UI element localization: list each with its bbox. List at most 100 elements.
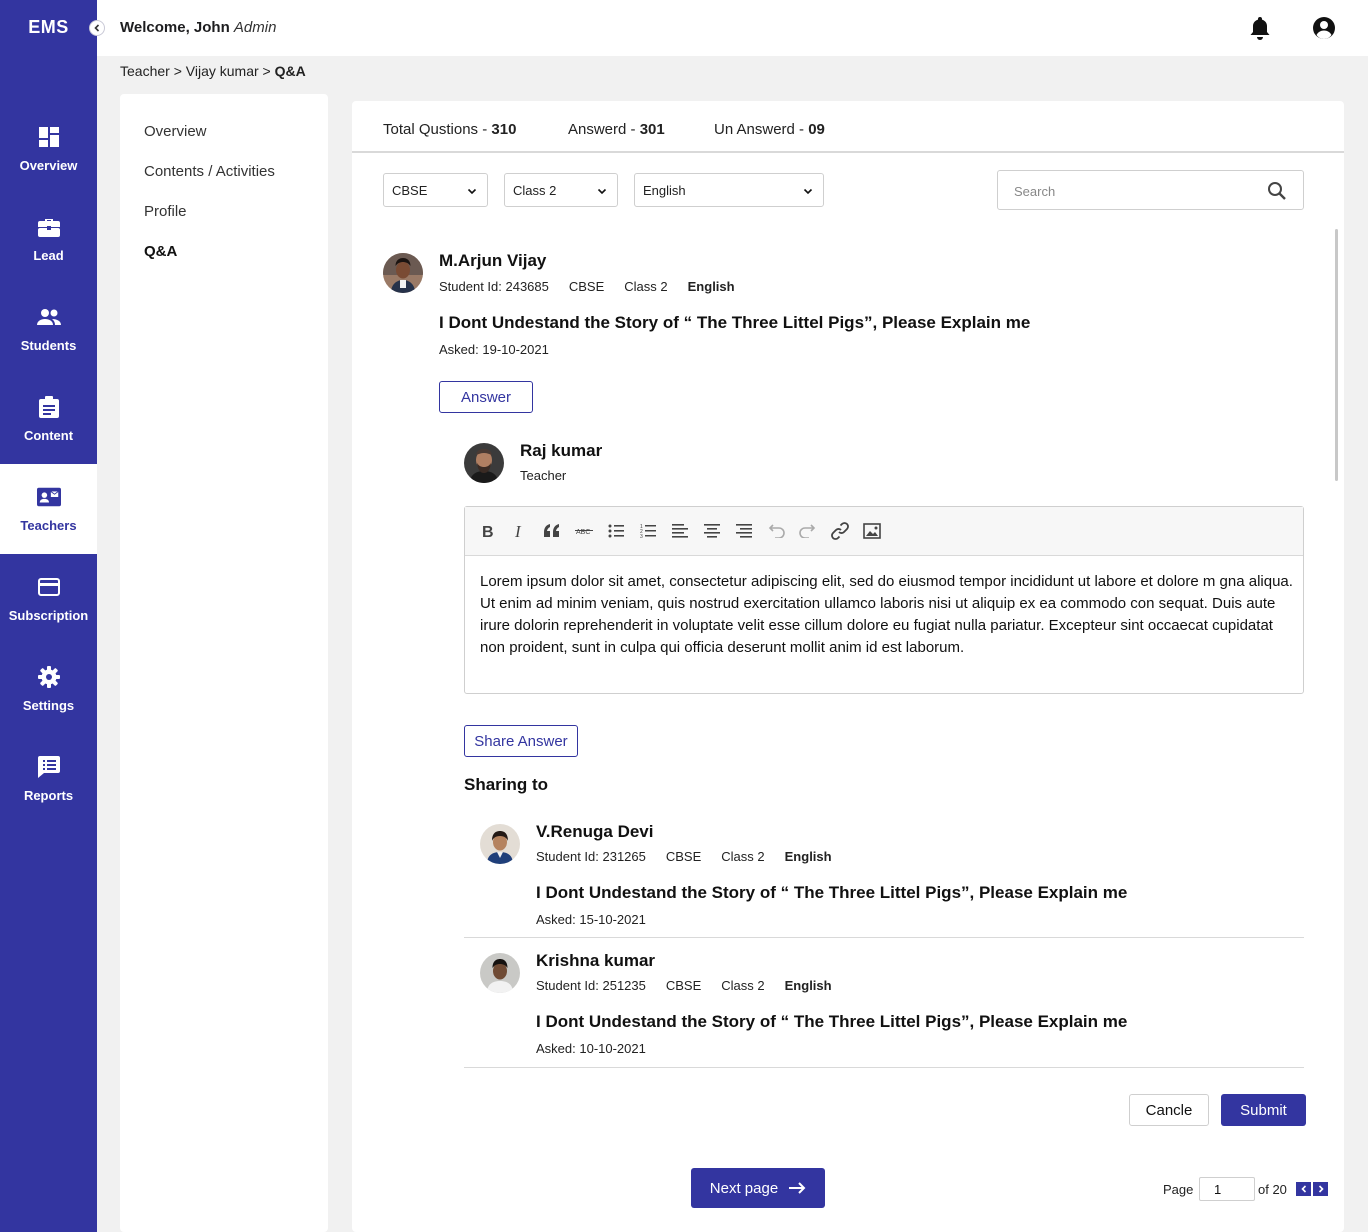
sidebar-item-settings[interactable]: Settings [0, 644, 97, 734]
cancel-button[interactable]: Cancle [1129, 1094, 1209, 1126]
submit-button[interactable]: Submit [1221, 1094, 1306, 1126]
bold-icon[interactable]: B [478, 521, 498, 541]
sidebar-item-lead[interactable]: Lead [0, 194, 97, 284]
image-icon[interactable] [862, 521, 882, 541]
shared-student-meta: Student Id: 251235 CBSE Class 2 English [536, 978, 852, 993]
shared-student-subject: English [784, 849, 832, 864]
qa-panel: Total Qustions - 310 Answerd - 301 Un An… [352, 101, 1344, 1232]
credit-card-icon [37, 575, 61, 599]
sidebar-item-content[interactable]: Content [0, 374, 97, 464]
bullet-list-icon[interactable] [606, 521, 626, 541]
collapse-sidebar-button[interactable] [89, 20, 105, 36]
stat-answered: Answerd - 301 [568, 121, 665, 138]
sidebar-item-label: Overview [19, 158, 78, 173]
align-center-icon[interactable] [702, 521, 722, 541]
stat-unanswered: Un Answerd - 09 [714, 121, 825, 138]
arrow-right-icon [788, 1182, 806, 1194]
brand-logo: EMS [28, 17, 69, 37]
shared-student-name: Krishna kumar [536, 951, 656, 970]
sidebar-item-teachers[interactable]: Teachers [0, 464, 97, 554]
subnav-item-profile[interactable]: Profile [144, 203, 187, 220]
link-icon[interactable] [830, 521, 850, 541]
search-box [997, 170, 1304, 210]
asked-date: Asked: 19-10-2021 [439, 342, 549, 357]
shared-question-text: I Dont Undestand the Story of “ The Thre… [536, 883, 1128, 902]
class-select-value: Class 2 [513, 182, 557, 198]
breadcrumb-current: Q&A [274, 63, 306, 79]
shared-student-name: V.Renuga Devi [536, 822, 654, 841]
svg-text:3: 3 [640, 534, 643, 539]
shared-student-id: Student Id: 231265 [536, 849, 646, 864]
answer-editor: B I ABC 123 Lorem ipsum dolor sit amet, … [464, 506, 1304, 694]
chevron-down-icon [803, 188, 813, 195]
sidebar-item-label: Settings [22, 698, 75, 713]
subnav-item-qa[interactable]: Q&A [144, 243, 177, 260]
subnav-item-contents-activities[interactable]: Contents / Activities [144, 163, 275, 180]
shared-asked-date: Asked: 10-10-2021 [536, 1041, 646, 1056]
align-right-icon[interactable] [734, 521, 754, 541]
student-avatar [383, 253, 423, 293]
sidebar-item-reports[interactable]: Reports [0, 734, 97, 824]
numbered-list-icon[interactable]: 123 [638, 521, 658, 541]
sidebar-item-label: Students [20, 338, 77, 353]
next-page-label: Next page [709, 1179, 779, 1197]
gear-icon [37, 665, 61, 689]
search-input[interactable] [1014, 181, 1254, 201]
welcome-name: Welcome, John [120, 19, 230, 36]
undo-icon[interactable] [766, 521, 786, 541]
class-select[interactable]: Class 2 [504, 173, 618, 207]
sidebar-item-students[interactable]: Students [0, 284, 97, 374]
teacher-subnav: Overview Contents / Activities Profile Q… [120, 94, 328, 1232]
editor-content[interactable]: Lorem ipsum dolor sit amet, consectetur … [480, 571, 1300, 659]
page-label: Page [1163, 1182, 1194, 1197]
align-left-icon[interactable] [670, 521, 690, 541]
sidebar-item-label: Lead [33, 248, 64, 263]
shared-student-subject: English [784, 978, 832, 993]
board-select-value: CBSE [392, 182, 428, 198]
scrollbar[interactable] [1335, 229, 1338, 481]
shared-student-id: Student Id: 251235 [536, 978, 646, 993]
answer-button[interactable]: Answer [439, 381, 533, 413]
shared-student-class: Class 2 [721, 978, 765, 993]
shared-student-avatar [480, 953, 520, 993]
breadcrumb-path[interactable]: Teacher > Vijay kumar > [120, 63, 275, 79]
clipboard-icon [37, 395, 61, 419]
shared-student-board: CBSE [665, 978, 702, 993]
share-answer-button[interactable]: Share Answer [464, 725, 578, 757]
shared-asked-date: Asked: 15-10-2021 [536, 912, 646, 927]
chevron-left-icon [1300, 1185, 1306, 1193]
search-icon[interactable] [1267, 181, 1287, 201]
welcome-text: Welcome, John Admin [120, 19, 276, 36]
svg-text:B: B [482, 524, 494, 539]
next-page-arrow-button[interactable] [1313, 1182, 1328, 1196]
subnav-item-overview[interactable]: Overview [144, 123, 207, 140]
strikethrough-icon[interactable]: ABC [574, 521, 594, 541]
sidebar-item-subscription[interactable]: Subscription [0, 554, 97, 644]
chevron-right-icon [1318, 1185, 1324, 1193]
board-select[interactable]: CBSE [383, 173, 488, 207]
sidebar-item-overview[interactable]: Overview [0, 104, 97, 194]
chevron-left-icon [94, 24, 100, 32]
shared-question-text: I Dont Undestand the Story of “ The Thre… [536, 1012, 1128, 1031]
student-name: M.Arjun Vijay [439, 251, 547, 270]
chevron-down-icon [597, 188, 607, 195]
teacher-name: Raj kumar [520, 441, 603, 460]
sidebar-item-label: Teachers [20, 518, 77, 533]
sidebar-item-label: Reports [23, 788, 74, 803]
sidebar-item-label: Content [23, 428, 74, 443]
quote-icon[interactable] [542, 521, 562, 541]
prev-page-button[interactable] [1296, 1182, 1311, 1196]
notification-bell-icon[interactable] [1249, 16, 1271, 40]
divider [464, 937, 1304, 938]
account-circle-icon[interactable] [1312, 16, 1336, 40]
next-page-button[interactable]: Next page [691, 1168, 825, 1208]
contact-mail-icon [36, 485, 61, 509]
student-class: Class 2 [624, 279, 668, 294]
question-text: I Dont Undestand the Story of “ The Thre… [439, 313, 1031, 332]
italic-icon[interactable]: I [510, 521, 530, 541]
student-meta: Student Id: 243685 CBSE Class 2 English [439, 279, 755, 294]
shared-student-meta: Student Id: 231265 CBSE Class 2 English [536, 849, 852, 864]
subject-select[interactable]: English [634, 173, 824, 207]
page-number-input[interactable] [1199, 1177, 1255, 1201]
redo-icon[interactable] [798, 521, 818, 541]
